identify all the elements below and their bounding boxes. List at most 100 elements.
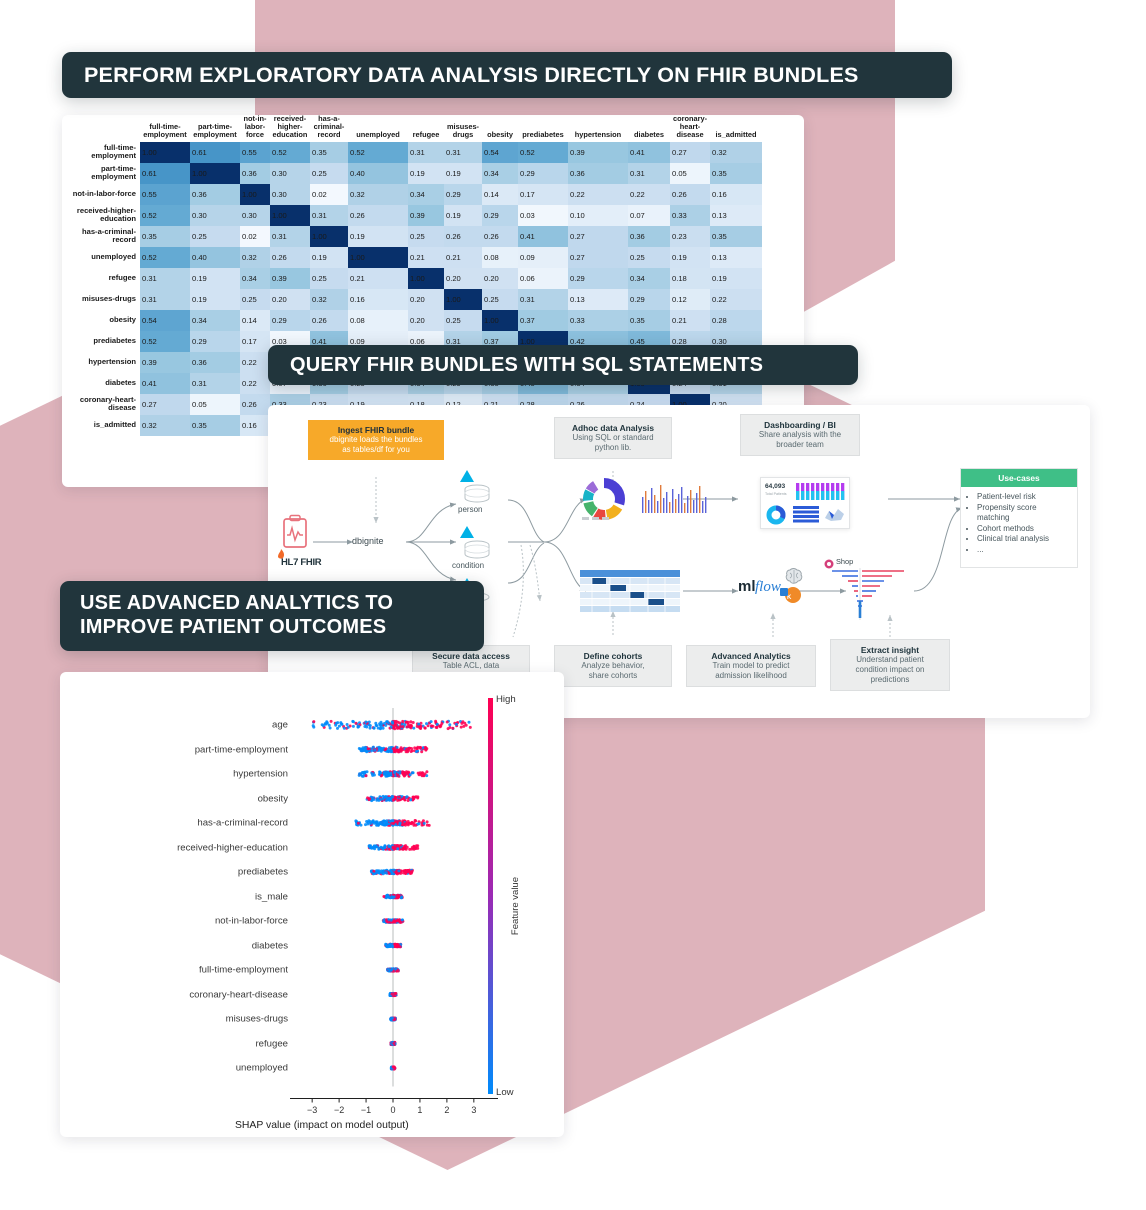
matrix-cell: 0.20 — [408, 309, 444, 331]
flow-cohorts-sub2: share cohorts — [588, 671, 638, 680]
matrix-cell: 0.32 — [310, 288, 348, 310]
matrix-cell: 0.34 — [482, 162, 518, 184]
matrix-cell: 1.00 — [310, 225, 348, 247]
banner-exploratory-analysis: PERFORM EXPLORATORY DATA ANALYSIS DIRECT… — [62, 52, 952, 98]
matrix-cell: 0.16 — [240, 414, 270, 436]
matrix-cell: 0.27 — [568, 246, 628, 268]
matrix-cell: 0.31 — [518, 288, 568, 310]
matrix-cell: 1.00 — [270, 204, 310, 226]
matrix-cell: 0.28 — [710, 309, 762, 331]
flow-box-adhoc: Adhoc data Analysis Using SQL or standar… — [554, 417, 672, 459]
matrix-cell: 0.06 — [518, 267, 568, 289]
matrix-cell: 0.31 — [190, 372, 240, 394]
cohort-table-thumbnail — [580, 570, 680, 617]
matrix-cell: 0.13 — [710, 204, 762, 226]
delta-table-person-label: person — [458, 505, 483, 514]
matrix-cell: 0.36 — [190, 351, 240, 373]
flow-secure-title: Secure data access — [432, 651, 510, 661]
flow-box-dashboarding: Dashboarding / BI Share analysis with th… — [740, 414, 860, 456]
matrix-column-header: diabetes — [634, 129, 664, 139]
matrix-cell: 0.19 — [444, 204, 482, 226]
matrix-cell: 0.14 — [482, 183, 518, 205]
matrix-row-header: prediabetes — [93, 336, 136, 346]
shap-x-tick: 3 — [471, 1104, 477, 1115]
matrix-cell: 0.36 — [190, 183, 240, 205]
matrix-cell: 0.25 — [190, 225, 240, 247]
banner-3-line1: USE ADVANCED ANALYTICS TO — [80, 592, 394, 615]
matrix-cell: 0.19 — [710, 267, 762, 289]
matrix-cell: 0.35 — [140, 225, 190, 247]
flow-extract-sub2: condition impact on — [855, 665, 925, 674]
matrix-cell: 1.00 — [444, 288, 482, 310]
matrix-column-header: prediabetes — [522, 129, 564, 139]
delta-table-condition-label: condition — [452, 561, 485, 570]
flow-cohorts-title: Define cohorts — [583, 651, 643, 661]
matrix-cell: 0.52 — [140, 204, 190, 226]
matrix-cell: 0.29 — [628, 288, 670, 310]
matrix-row-header: refugee — [108, 273, 136, 283]
flow-extract-sub3: predictions — [870, 674, 910, 684]
matrix-cell: 0.26 — [444, 225, 482, 247]
matrix-column-header: obesity — [487, 129, 513, 139]
matrix-cell: 0.31 — [444, 141, 482, 163]
matrix-cell: 1.00 — [482, 309, 518, 331]
matrix-cell: 0.55 — [140, 183, 190, 205]
use-cases-title: Use-cases — [961, 469, 1077, 487]
matrix-cell: 0.52 — [348, 141, 408, 163]
matrix-cell: 0.10 — [568, 204, 628, 226]
matrix-row: obesity 0.54 0.34 0.14 0.29 0.26 0.08 0.20 0.25 1… — [62, 309, 762, 331]
flow-adhoc-title: Adhoc data Analysis — [571, 423, 655, 433]
matrix-cell: 0.39 — [408, 204, 444, 226]
matrix-row-header: diabetes — [105, 378, 136, 388]
matrix-cell: 0.32 — [240, 246, 270, 268]
matrix-column-header: has-​a-​criminal-​record — [313, 115, 345, 139]
matrix-cell: 0.29 — [444, 183, 482, 205]
dashboard-metric-label: Total Patients — [765, 492, 787, 496]
matrix-cell: 0.18 — [670, 267, 710, 289]
use-cases-list: Patient-level riskPropensity score match… — [961, 487, 1077, 560]
correlation-matrix-table: full-​time-​employment part-​time-​employ… — [62, 115, 762, 436]
use-case-item: Clinical trial analysis — [977, 534, 1071, 545]
matrix-cell: 0.30 — [240, 204, 270, 226]
matrix-cell: 0.19 — [190, 288, 240, 310]
flow-box-define-cohorts: Define cohorts Analyze behavior, share c… — [554, 645, 672, 687]
use-cases-panel: Use-cases Patient-level riskPropensity s… — [960, 468, 1078, 568]
matrix-cell: 0.22 — [568, 183, 628, 205]
matrix-column-header: not-​in-​labor-​force — [243, 115, 267, 139]
matrix-cell: 0.12 — [670, 288, 710, 310]
matrix-row-header: misuses-​drugs — [81, 294, 136, 304]
matrix-row-header: full-​time-​employment — [91, 143, 136, 161]
matrix-cell: 0.05 — [190, 393, 240, 415]
matrix-cell: 0.20 — [270, 288, 310, 310]
matrix-cell: 0.25 — [482, 288, 518, 310]
matrix-cell: 0.19 — [444, 162, 482, 184]
matrix-cell: 0.09 — [518, 246, 568, 268]
dashboard-table-chart — [793, 506, 819, 523]
flow-secure-sub1: Table ACL, data — [442, 661, 500, 671]
matrix-row: full-​time-​employment 1.00 0.61 0.55 0.52 0.… — [62, 141, 762, 163]
matrix-cell: 0.32 — [140, 414, 190, 436]
matrix-column-header: is_admitted — [715, 129, 757, 139]
matrix-cell: 0.13 — [710, 246, 762, 268]
matrix-column-header: unemployed — [356, 129, 400, 139]
keras-icon: K — [780, 584, 802, 609]
matrix-corner-cell — [62, 115, 140, 142]
matrix-cell: 0.40 — [190, 246, 240, 268]
dbignite-engine-label: dbignite — [352, 536, 384, 546]
dashboard-metric-value: 64,093 — [765, 483, 786, 490]
shap-x-tick: 1 — [417, 1104, 423, 1115]
matrix-cell: 0.22 — [240, 351, 270, 373]
matrix-cell: 0.54 — [140, 309, 190, 331]
matrix-cell: 0.21 — [670, 309, 710, 331]
matrix-cell: 0.25 — [628, 246, 670, 268]
matrix-cell: 0.16 — [348, 288, 408, 310]
matrix-cell: 0.36 — [240, 162, 270, 184]
matrix-cell: 0.27 — [140, 393, 190, 415]
flow-ingest-sub2: as tables/df for you — [342, 445, 410, 454]
flow-box-ingest: Ingest FHIR bundle dbignite loads the bu… — [308, 420, 444, 460]
matrix-row-header: unemployed — [91, 252, 136, 262]
matrix-cell: 0.37 — [518, 309, 568, 331]
svg-text:ml: ml — [738, 578, 756, 595]
matrix-cell: 0.32 — [710, 141, 762, 163]
matrix-cell: 0.29 — [190, 330, 240, 352]
